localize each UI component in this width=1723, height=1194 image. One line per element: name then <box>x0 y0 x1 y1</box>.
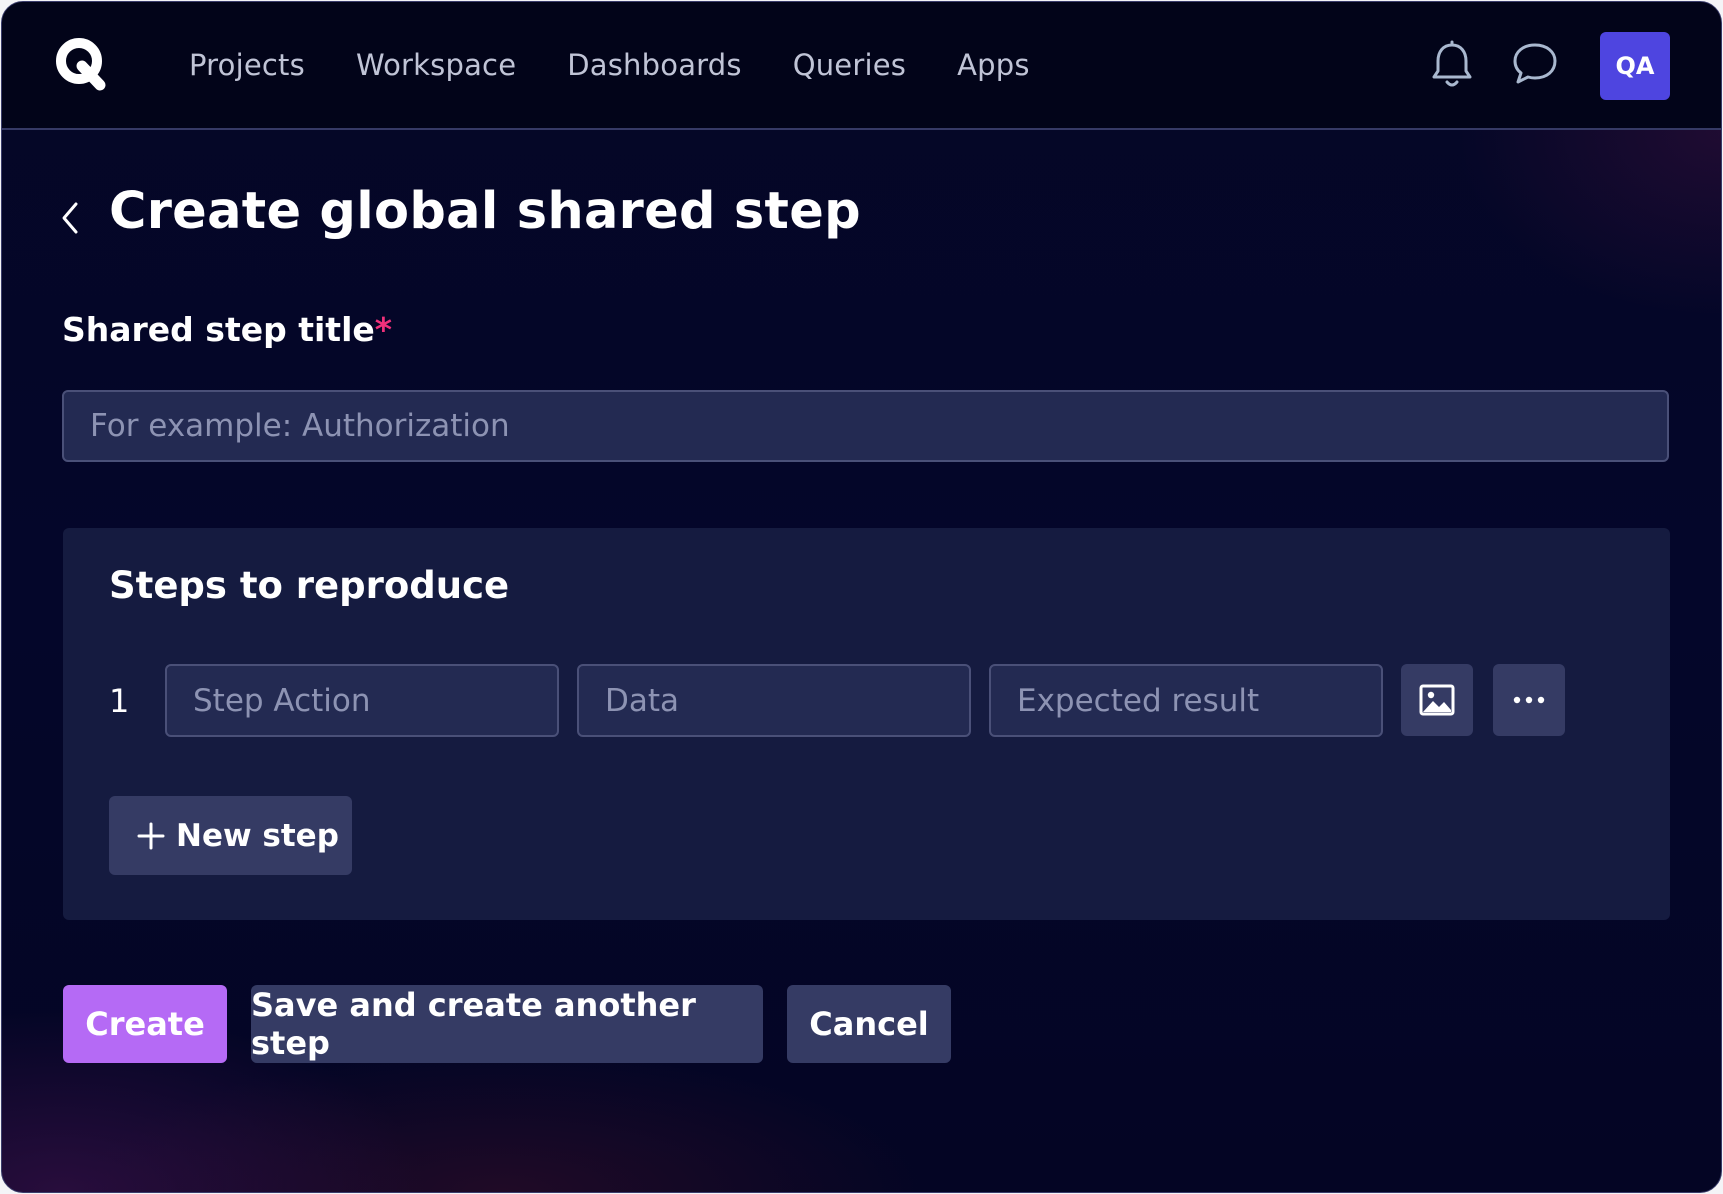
nav-projects[interactable]: Projects <box>189 48 305 82</box>
title-field-label: Shared step title* <box>62 310 392 349</box>
new-step-button[interactable]: New step <box>109 796 352 875</box>
new-step-label: New step <box>176 817 339 854</box>
main-nav: Projects Workspace Dashboards Queries Ap… <box>189 2 1081 128</box>
more-horizontal-icon <box>1513 696 1545 704</box>
nav-queries[interactable]: Queries <box>793 48 906 82</box>
logo-icon[interactable] <box>54 36 114 96</box>
more-options-button[interactable] <box>1493 664 1565 736</box>
page-title: Create global shared step <box>109 182 861 241</box>
avatar[interactable]: QA <box>1600 32 1670 100</box>
top-navigation-bar: Projects Workspace Dashboards Queries Ap… <box>2 2 1721 130</box>
title-label-text: Shared step title <box>62 310 375 349</box>
cancel-button[interactable]: Cancel <box>787 985 951 1063</box>
step-action-input[interactable] <box>165 664 559 737</box>
steps-heading: Steps to reproduce <box>109 564 510 607</box>
create-button[interactable]: Create <box>63 985 227 1063</box>
plus-icon <box>137 822 165 849</box>
nav-dashboards[interactable]: Dashboards <box>567 48 741 82</box>
required-asterisk: * <box>374 310 393 349</box>
bell-icon[interactable] <box>1430 40 1478 92</box>
shared-step-title-input[interactable] <box>62 390 1669 462</box>
chevron-left-icon[interactable] <box>58 198 84 238</box>
chat-icon[interactable] <box>1511 40 1559 92</box>
steps-panel: Steps to reproduce 1 New step <box>63 528 1670 920</box>
step-number: 1 <box>109 682 130 720</box>
image-icon <box>1419 684 1455 716</box>
app-window: Projects Workspace Dashboards Queries Ap… <box>1 1 1722 1193</box>
nav-workspace[interactable]: Workspace <box>356 48 516 82</box>
nav-apps[interactable]: Apps <box>957 48 1030 82</box>
save-and-create-another-button[interactable]: Save and create another step <box>251 985 763 1063</box>
step-expected-result-input[interactable] <box>989 664 1383 737</box>
attach-image-button[interactable] <box>1401 664 1473 736</box>
step-data-input[interactable] <box>577 664 971 737</box>
